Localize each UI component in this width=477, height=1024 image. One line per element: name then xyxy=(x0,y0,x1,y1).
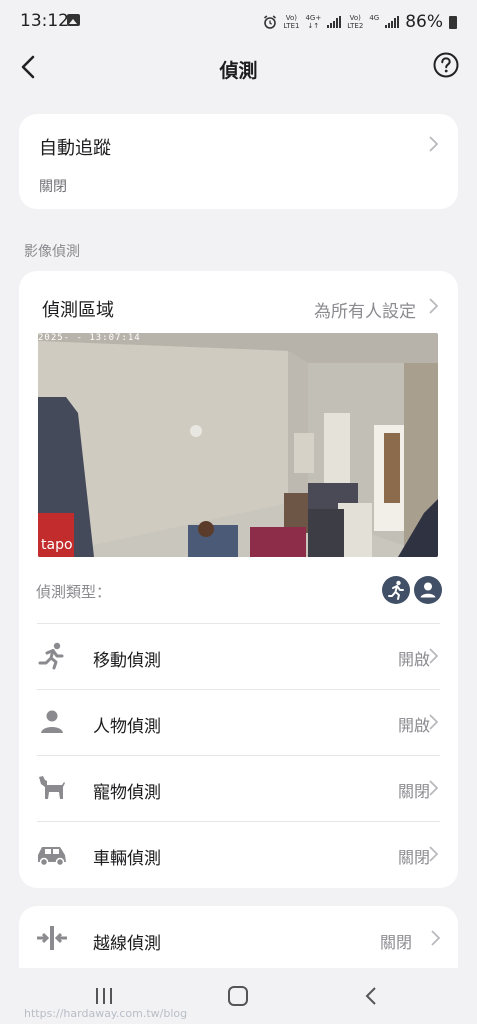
question-circle-icon[interactable] xyxy=(433,52,459,78)
auto-tracking-value: 關閉 xyxy=(39,179,67,195)
page-title: 偵測 xyxy=(219,60,258,82)
chevron-right-icon xyxy=(429,298,438,314)
camera-preview[interactable]: 2025- - 13:07:14 tapo xyxy=(38,333,438,557)
car-icon xyxy=(38,847,66,867)
watermark-url: https://hardaway.com.tw/blog xyxy=(24,1007,188,1020)
person-detection-row[interactable]: 人物偵測 開啟 xyxy=(19,689,458,755)
person-detection-status: 開啟 xyxy=(397,716,430,735)
battery-icon xyxy=(449,15,457,29)
divider xyxy=(37,821,440,822)
detection-type-label: 偵測類型： xyxy=(36,583,112,601)
chevron-right-icon xyxy=(429,648,438,664)
sim1-net-type: 4G+ xyxy=(305,14,322,22)
status-indicators: Vo) LTE1 4G+ ↓↑ Vo) LTE2 4G 86% xyxy=(263,8,457,36)
person-icon xyxy=(41,710,63,733)
camera-frame-image xyxy=(38,333,438,557)
data-arrows-icon: ↓↑ xyxy=(307,22,320,30)
signal-icon xyxy=(385,16,400,28)
preview-timestamp: 2025- - 13:07:14 xyxy=(38,333,141,343)
section-header-video-detection: 影像偵測 xyxy=(24,244,80,260)
chevron-right-icon xyxy=(429,714,438,730)
pet-detection-label: 寵物偵測 xyxy=(93,783,161,803)
chevron-right-icon xyxy=(429,846,438,862)
auto-tracking-card[interactable]: 自動追蹤 關閉 xyxy=(19,114,458,209)
battery-percent: 86% xyxy=(405,12,443,32)
person-detection-label: 人物偵測 xyxy=(93,717,161,737)
detection-zone-label: 偵測區域 xyxy=(42,300,114,321)
divider xyxy=(37,623,440,624)
pet-detection-row[interactable]: 寵物偵測 關閉 xyxy=(19,755,458,821)
line-crossing-icon xyxy=(37,926,67,950)
status-bar: 13:12 Vo) LTE1 4G+ ↓↑ Vo) LTE2 4G 86% xyxy=(0,0,477,44)
divider xyxy=(37,755,440,756)
sim1-net: 4G+ ↓↑ xyxy=(305,14,321,30)
sim1-voice: Vo) xyxy=(285,14,298,22)
tapo-watermark: tapo xyxy=(41,537,73,553)
chevron-right-icon xyxy=(429,136,438,152)
system-nav-bar: https://hardaway.com.tw/blog xyxy=(0,968,477,1024)
sim2-net: 4G xyxy=(369,14,379,30)
vehicle-detection-row[interactable]: 車輛偵測 關閉 xyxy=(19,821,458,887)
status-time: 13:12 xyxy=(20,11,69,31)
line-crossing-label: 越線偵測 xyxy=(93,934,161,954)
divider xyxy=(37,689,440,690)
running-person-icon xyxy=(38,642,64,670)
vehicle-detection-label: 車輛偵測 xyxy=(93,849,161,869)
vehicle-detection-status: 關閉 xyxy=(397,848,430,867)
running-person-icon xyxy=(382,576,410,604)
signal-icon xyxy=(327,16,342,28)
dog-icon xyxy=(39,776,65,799)
video-detection-card: 偵測區域 為所有人設定 2025- - 13:07:14 tapo 偵測類型： … xyxy=(19,271,458,888)
home-icon[interactable] xyxy=(223,984,253,1008)
detection-zone-value: 為所有人設定 xyxy=(314,302,416,322)
line-crossing-status: 關閉 xyxy=(379,933,412,952)
sim2-voice: Vo) xyxy=(349,14,361,22)
chevron-right-icon xyxy=(431,930,440,946)
sim1-lte: LTE1 xyxy=(283,22,300,30)
sim1-info: Vo) LTE1 xyxy=(283,14,299,30)
pet-detection-status: 關閉 xyxy=(397,782,430,801)
sim2-net-type: 4G xyxy=(369,14,380,22)
app-header: 偵測 xyxy=(0,44,477,92)
auto-tracking-label: 自動追蹤 xyxy=(39,138,111,159)
sim2-info: Vo) LTE2 xyxy=(347,14,363,30)
gallery-icon xyxy=(67,14,80,26)
alarm-icon xyxy=(264,15,277,29)
motion-detection-label: 移動偵測 xyxy=(93,651,161,671)
motion-detection-status: 開啟 xyxy=(397,650,430,669)
recent-apps-icon[interactable] xyxy=(89,984,119,1008)
chevron-right-icon xyxy=(429,780,438,796)
person-icon xyxy=(414,576,442,604)
back-icon[interactable] xyxy=(357,984,387,1008)
sim2-lte: LTE2 xyxy=(347,22,364,30)
motion-detection-row[interactable]: 移動偵測 開啟 xyxy=(19,623,458,689)
